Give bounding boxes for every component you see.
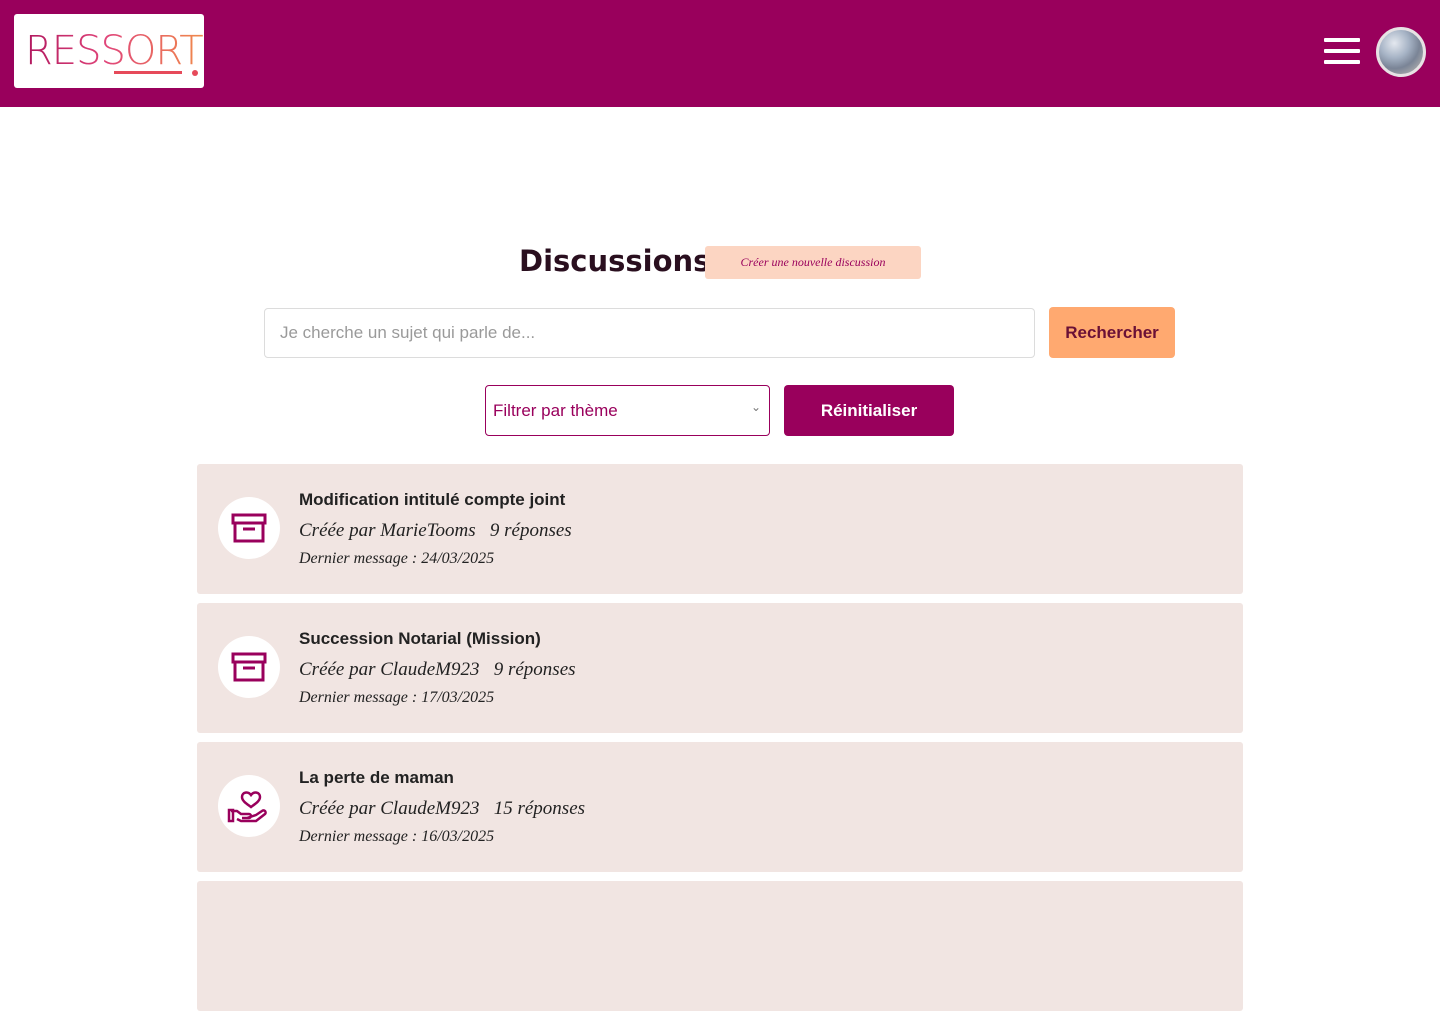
user-avatar[interactable] xyxy=(1376,27,1426,77)
discussion-last-message: Dernier message : 24/03/2025 xyxy=(299,550,495,567)
discussion-author: Créée par MarieTooms xyxy=(299,520,476,541)
discussion-meta: Créée par MarieTooms 9 réponses xyxy=(299,520,572,542)
reset-button[interactable]: Réinitialiser xyxy=(784,385,954,436)
discussion-meta: Créée par ClaudeM923 15 réponses xyxy=(299,798,585,820)
discussion-title: Modification intitulé compte joint xyxy=(299,490,566,509)
page-title: Discussions xyxy=(519,244,711,278)
discussion-replies: 9 réponses xyxy=(493,659,576,680)
discussion-meta: Créée par ClaudeM923 9 réponses xyxy=(299,659,576,681)
heart-hand-icon xyxy=(218,775,280,837)
search-button[interactable]: Rechercher xyxy=(1049,307,1175,358)
discussion-author: Créée par ClaudeM923 xyxy=(299,798,480,819)
theme-filter-value: Filtrer par thème xyxy=(493,401,618,420)
discussion-last-message: Dernier message : 16/03/2025 xyxy=(299,828,495,845)
chevron-down-icon: ⌄ xyxy=(750,400,761,414)
search-input[interactable] xyxy=(264,308,1035,358)
discussion-card[interactable]: Modification intitulé compte joint Créée… xyxy=(197,464,1243,594)
hamburger-menu-icon[interactable] xyxy=(1322,38,1362,68)
discussion-last-message: Dernier message : 17/03/2025 xyxy=(299,689,495,706)
logo-underline xyxy=(114,71,182,74)
discussion-title: La perte de maman xyxy=(299,768,454,787)
discussion-card[interactable]: Succession Notarial (Mission) Créée par … xyxy=(197,603,1243,733)
discussion-card[interactable] xyxy=(197,881,1243,1011)
discussion-title: Succession Notarial (Mission) xyxy=(299,629,541,648)
theme-filter-select[interactable]: Filtrer par thème ⌄ xyxy=(485,385,770,436)
discussion-replies: 9 réponses xyxy=(489,520,572,541)
discussion-replies: 15 réponses xyxy=(493,798,586,819)
archive-icon xyxy=(218,636,280,698)
ressort-logo[interactable]: RESSORT xyxy=(14,14,204,88)
discussion-author: Créée par ClaudeM923 xyxy=(299,659,480,680)
top-header: RESSORT xyxy=(0,0,1440,107)
archive-icon xyxy=(218,497,280,559)
create-discussion-button[interactable]: Créer une nouvelle discussion xyxy=(705,246,921,279)
logo-text: RESSORT xyxy=(25,28,204,74)
logo-dot xyxy=(192,70,198,76)
discussion-card[interactable]: La perte de maman Créée par ClaudeM923 1… xyxy=(197,742,1243,872)
